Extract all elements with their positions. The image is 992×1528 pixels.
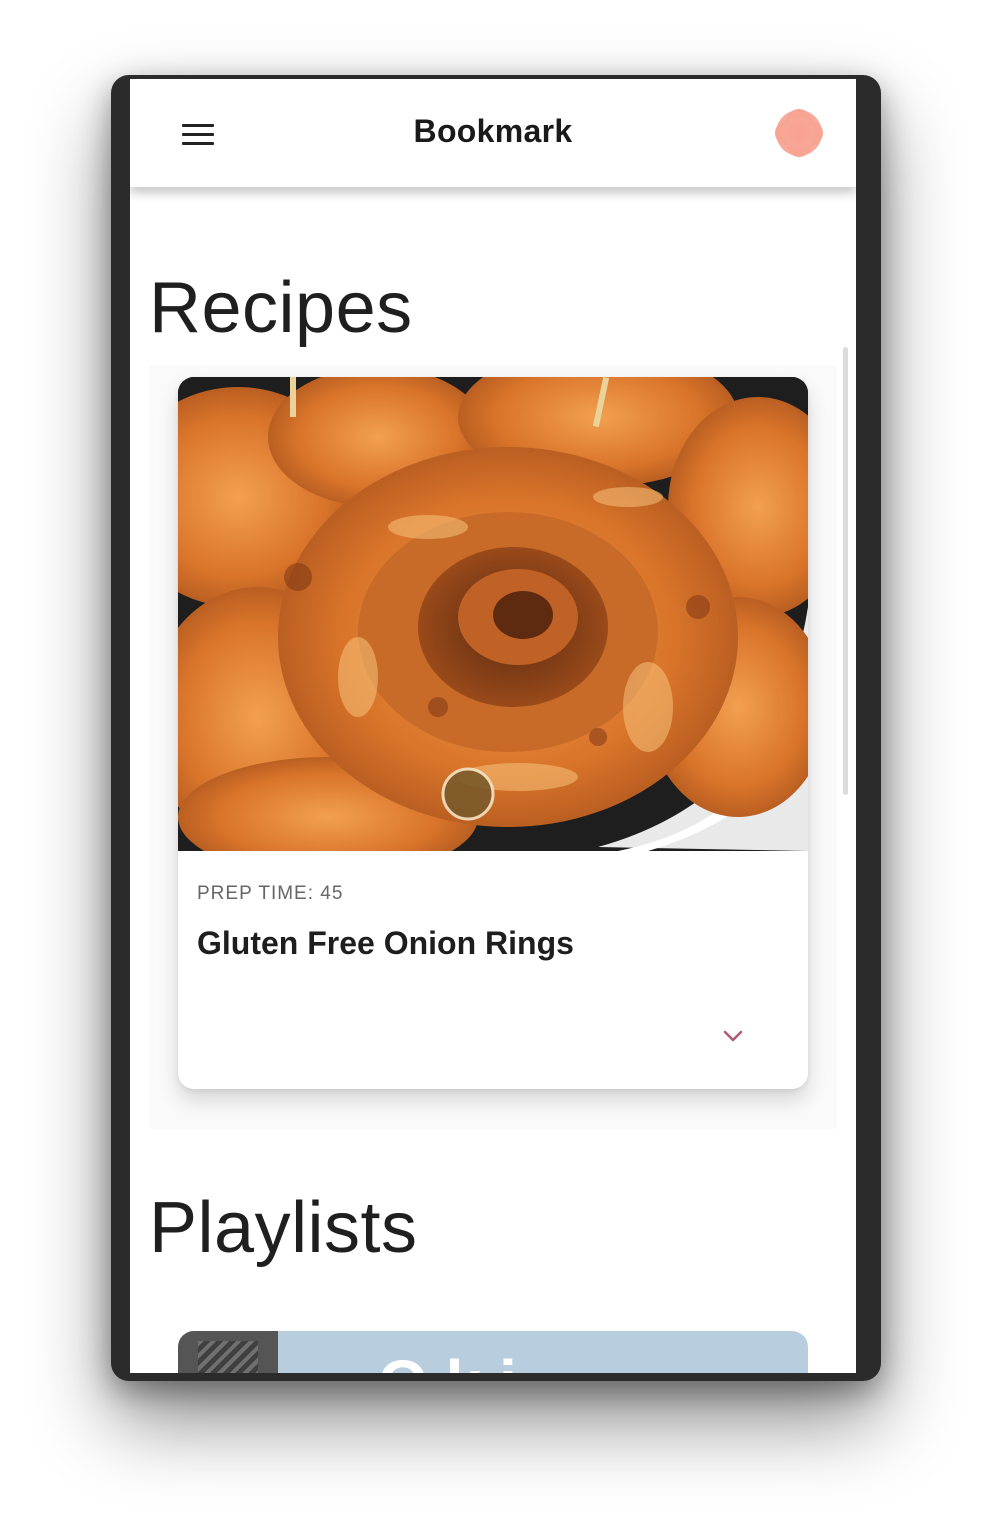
app-screen: Bookmark Recipes PREP TIME: 45 Gluten Fr… bbox=[130, 79, 856, 1373]
recipes-heading: Recipes bbox=[149, 268, 413, 348]
playlist-card[interactable]: O k i bbox=[178, 1331, 808, 1373]
recipe-image[interactable] bbox=[178, 377, 808, 851]
playlists-heading: Playlists bbox=[149, 1188, 418, 1268]
phone-frame: Bookmark Recipes PREP TIME: 45 Gluten Fr… bbox=[111, 75, 881, 1381]
chevron-down-icon[interactable] bbox=[718, 1021, 748, 1051]
scrollbar[interactable] bbox=[843, 347, 848, 795]
recipe-card[interactable]: PREP TIME: 45 Gluten Free Onion Rings bbox=[178, 377, 808, 1089]
avatar[interactable] bbox=[776, 110, 822, 156]
onion-rings-photo bbox=[178, 377, 808, 851]
prep-time: PREP TIME: 45 bbox=[197, 883, 344, 904]
page-title: Bookmark bbox=[413, 113, 573, 149]
recipe-title[interactable]: Gluten Free Onion Rings bbox=[197, 925, 574, 962]
app-bar: Bookmark bbox=[130, 79, 856, 187]
playlist-thumbnail bbox=[178, 1331, 278, 1373]
playlist-card-title: O k i bbox=[378, 1351, 517, 1373]
